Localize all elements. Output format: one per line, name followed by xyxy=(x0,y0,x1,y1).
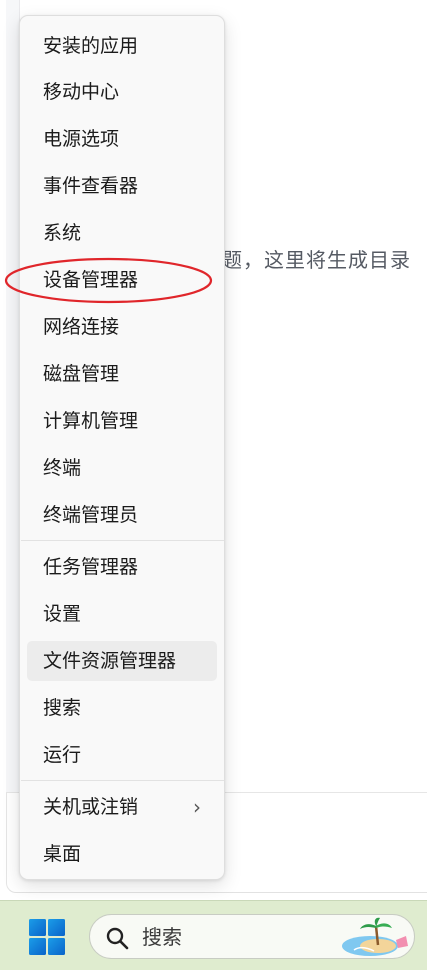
menu-item-terminal-admin[interactable]: 终端管理员 xyxy=(27,495,217,535)
taskbar-search-box[interactable]: 搜索 xyxy=(89,914,415,959)
menu-item-desktop[interactable]: 桌面 xyxy=(27,834,217,874)
menu-item-file-explorer[interactable]: 文件资源管理器 xyxy=(27,641,217,681)
search-label: 搜索 xyxy=(142,925,182,949)
menu-separator xyxy=(21,780,224,781)
menu-item-disk-management[interactable]: 磁盘管理 xyxy=(27,354,217,394)
menu-item-event-viewer[interactable]: 事件查看器 xyxy=(27,166,217,206)
menu-item-power-options[interactable]: 电源选项 xyxy=(27,119,217,159)
taskbar: 搜索 xyxy=(0,900,427,970)
menu-item-label: 关机或注销 xyxy=(43,796,139,818)
menu-item-search[interactable]: 搜索 xyxy=(27,688,217,728)
desktop: 题，这里将生成目录 安装的应用 移动中心 电源选项 事件查看器 系统 设备管理器… xyxy=(0,0,427,970)
winx-context-menu: 安装的应用 移动中心 电源选项 事件查看器 系统 设备管理器 网络连接 磁盘管理… xyxy=(19,15,225,880)
search-highlight-beach-icon xyxy=(342,917,408,956)
chevron-right-icon: › xyxy=(193,795,201,819)
toc-placeholder-text: 题，这里将生成目录 xyxy=(222,248,411,272)
menu-item-installed-apps[interactable]: 安装的应用 xyxy=(27,26,217,66)
menu-item-mobility-center[interactable]: 移动中心 xyxy=(27,72,217,112)
document-outline-gutter xyxy=(6,0,20,792)
menu-item-system[interactable]: 系统 xyxy=(27,213,217,253)
menu-item-device-manager[interactable]: 设备管理器 xyxy=(27,260,217,300)
windows-logo-icon[interactable] xyxy=(28,918,66,956)
menu-separator xyxy=(21,540,224,541)
menu-item-settings[interactable]: 设置 xyxy=(27,594,217,634)
menu-item-computer-management[interactable]: 计算机管理 xyxy=(27,401,217,441)
menu-item-terminal[interactable]: 终端 xyxy=(27,448,217,488)
menu-item-task-manager[interactable]: 任务管理器 xyxy=(27,547,217,587)
search-icon xyxy=(106,927,129,950)
menu-item-network-connections[interactable]: 网络连接 xyxy=(27,307,217,347)
menu-item-run[interactable]: 运行 xyxy=(27,735,217,775)
menu-item-shutdown-signout[interactable]: 关机或注销 › xyxy=(27,787,217,827)
